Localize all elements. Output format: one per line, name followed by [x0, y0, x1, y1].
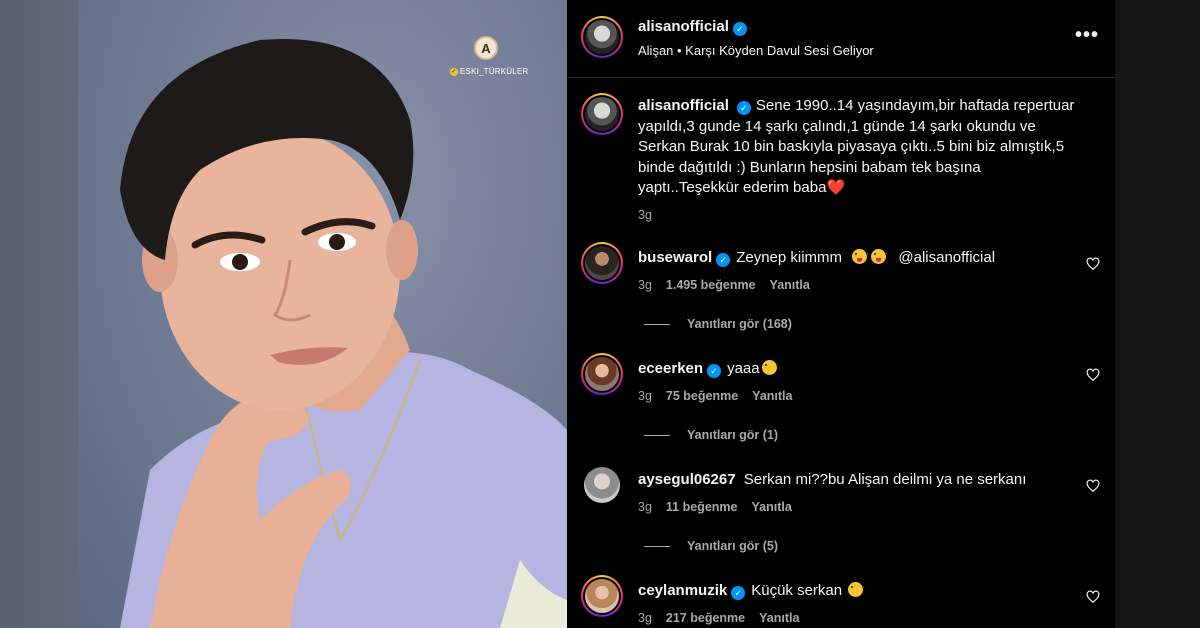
comment-text: Küçük serkan	[751, 582, 843, 599]
grinning-emoji	[848, 582, 865, 597]
view-replies-button[interactable]: Yanıtları gör (5)	[644, 539, 778, 553]
comment-meta-eceerken: 3g 75 beğenme Yanıtla	[638, 389, 806, 403]
comment-time: 3g	[638, 389, 652, 403]
comment-text: Serkan mi??bu Alişan deilmi ya ne serkan…	[743, 471, 1027, 488]
caption-avatar[interactable]	[581, 93, 623, 135]
caption-time: 3g	[638, 207, 652, 222]
comment-time: 3g	[638, 611, 652, 625]
squinting-tongue-emoji	[852, 249, 869, 264]
comment-time: 3g	[638, 278, 652, 292]
comment-aysegul06267: aysegul06267 Serkan mi??bu Alişan deilmi…	[638, 471, 1026, 488]
verified-badge-icon: ✓	[731, 586, 746, 600]
reply-button[interactable]: Yanıtla	[770, 278, 810, 292]
more-options-icon[interactable]: •••	[1075, 24, 1099, 47]
reply-button[interactable]: Yanıtla	[759, 611, 799, 625]
red-heart-emoji: ❤️	[826, 179, 846, 196]
watermark-logo-icon: A	[474, 36, 498, 60]
post-caption: alisanofficial ✓ Sene 1990..14 yaşındayım,…	[638, 96, 1078, 225]
header-username[interactable]: alisanofficial	[638, 18, 729, 35]
comment-busewarol: busewarol ✓ Zeynep kiimmm @alisanofficial	[638, 249, 995, 267]
watermark: A ✓ ESKI_TÜRKÜLER	[450, 36, 528, 76]
comment-username[interactable]: ceylanmuzik	[638, 582, 727, 599]
post-header: alisanofficial ✓ Alişan • Karşı Köyden Da…	[567, 0, 1115, 78]
comment-avatar-aysegul06267[interactable]	[584, 467, 620, 503]
comment-time: 3g	[638, 500, 652, 514]
replies-divider	[644, 546, 670, 548]
heart-outline-icon[interactable]	[1086, 368, 1100, 382]
view-replies-label: Yanıtları gör (5)	[687, 539, 778, 553]
comment-meta-aysegul06267: 3g 11 beğenme Yanıtla	[638, 500, 806, 514]
header-audio-subtitle[interactable]: Alişan • Karşı Köyden Davul Sesi Geliyor	[638, 43, 874, 58]
caption-username[interactable]: alisanofficial	[638, 97, 729, 114]
comment-username[interactable]: eceerken	[638, 360, 703, 377]
header-username-row: alisanofficial ✓	[638, 18, 747, 36]
reply-button[interactable]: Yanıtla	[752, 389, 792, 403]
watermark-handle: ✓ ESKI_TÜRKÜLER	[450, 67, 528, 76]
comment-ceylanmuzik: ceylanmuzik ✓ Küçük serkan	[638, 582, 865, 600]
heart-outline-icon[interactable]	[1086, 479, 1100, 493]
squinting-tongue-emoji	[871, 249, 888, 264]
comment-avatar-eceerken[interactable]	[581, 353, 623, 395]
comment-username[interactable]: aysegul06267	[638, 471, 736, 488]
heart-outline-icon[interactable]	[1086, 590, 1100, 604]
comment-likes[interactable]: 75 beğenme	[666, 389, 738, 403]
comment-text: yaaa	[727, 360, 760, 377]
comment-meta-busewarol: 3g 1.495 beğenme Yanıtla	[638, 278, 824, 292]
view-replies-button[interactable]: Yanıtları gör (1)	[644, 428, 778, 442]
verified-badge-icon: ✓	[707, 364, 722, 378]
replies-divider	[644, 435, 670, 437]
comment-meta-ceylanmuzik: 3g 217 beğenme Yanıtla	[638, 611, 813, 625]
watermark-handle-text: ESKI_TÜRKÜLER	[460, 67, 529, 76]
heart-outline-icon[interactable]	[1086, 257, 1100, 271]
replies-divider	[644, 324, 670, 326]
laughing-emoji	[761, 360, 778, 375]
comment-avatar-ceylanmuzik[interactable]	[581, 575, 623, 617]
verified-badge-icon: ✓	[736, 101, 751, 115]
page-backdrop	[1115, 0, 1200, 628]
comment-avatar-busewarol[interactable]	[581, 242, 623, 284]
comment-likes[interactable]: 1.495 beğenme	[666, 278, 756, 292]
comment-text: Zeynep kiimmm	[736, 249, 843, 266]
comment-mention[interactable]: @alisanofficial	[898, 249, 995, 266]
view-replies-label: Yanıtları gör (168)	[687, 317, 792, 331]
comment-username[interactable]: busewarol	[638, 249, 712, 266]
header-avatar[interactable]	[581, 16, 623, 58]
portrait-illustration	[120, 39, 567, 628]
comment-eceerken: eceerken ✓ yaaa	[638, 360, 779, 378]
watermark-check-icon: ✓	[450, 67, 458, 76]
view-replies-button[interactable]: Yanıtları gör (168)	[644, 317, 792, 331]
verified-badge-icon: ✓	[716, 253, 731, 267]
comment-likes[interactable]: 217 beğenme	[666, 611, 745, 625]
comments-panel: alisanofficial ✓ Alişan • Karşı Köyden Da…	[567, 0, 1119, 628]
verified-badge-icon: ✓	[732, 22, 747, 36]
comment-likes[interactable]: 11 beğenme	[666, 500, 738, 514]
reply-button[interactable]: Yanıtla	[751, 500, 791, 514]
view-replies-label: Yanıtları gör (1)	[687, 428, 778, 442]
post-image[interactable]: A ✓ ESKI_TÜRKÜLER	[0, 0, 567, 628]
